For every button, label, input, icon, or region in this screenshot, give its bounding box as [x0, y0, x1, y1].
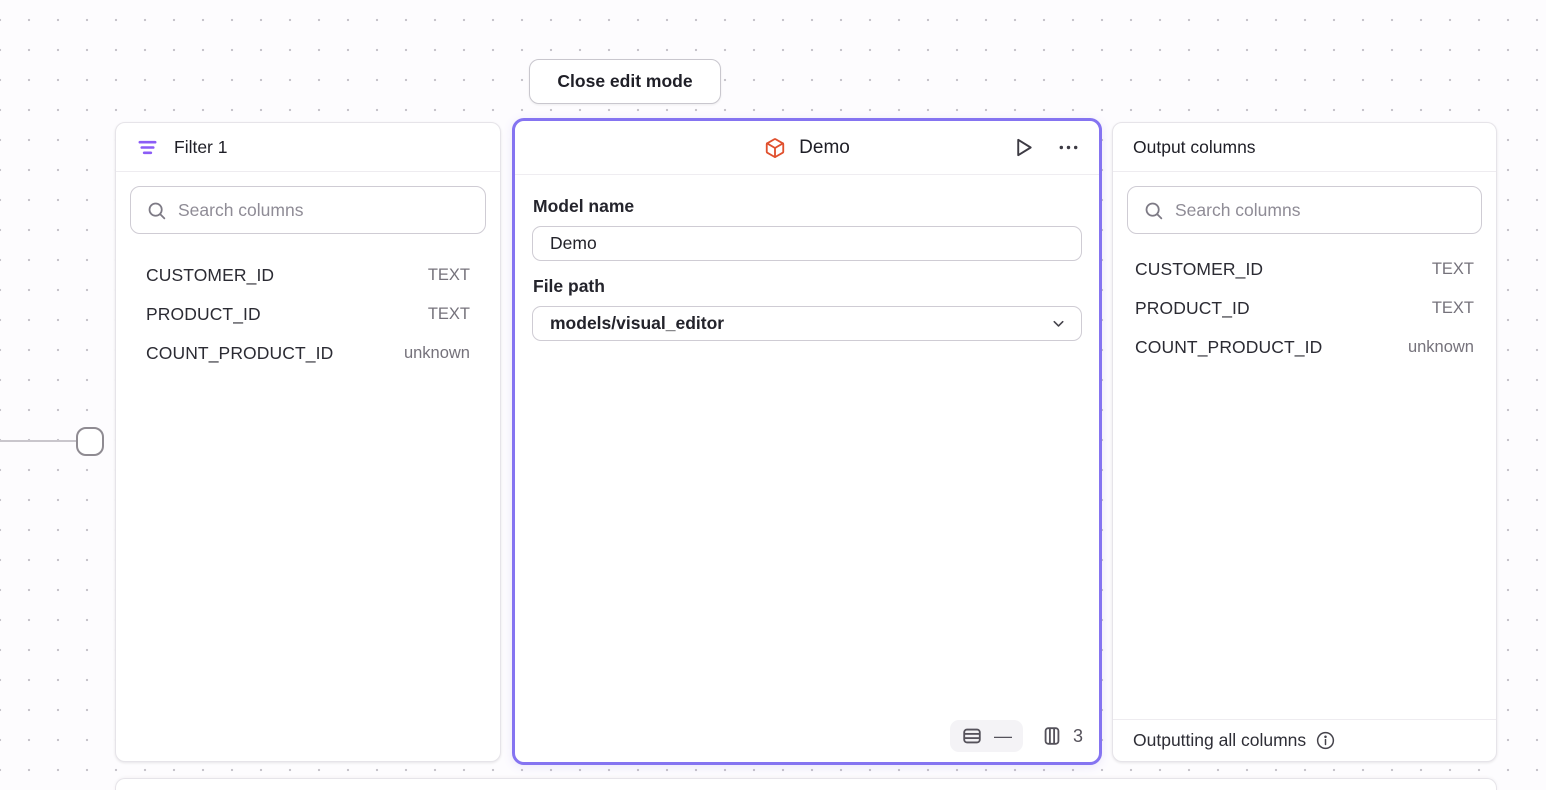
file-path-value: models/visual_editor — [550, 313, 724, 334]
column-count-value: 3 — [1073, 726, 1083, 747]
model-name-input[interactable] — [532, 226, 1082, 261]
column-row[interactable]: PRODUCT_ID TEXT — [1113, 289, 1496, 328]
column-type: unknown — [1408, 338, 1474, 357]
output-search-input[interactable] — [1175, 200, 1466, 221]
column-name: COUNT_PRODUCT_ID — [146, 343, 333, 364]
cube-icon — [764, 137, 786, 159]
edge-connector-line — [0, 440, 78, 442]
table-columns-icon — [1041, 725, 1063, 747]
column-type: TEXT — [1432, 299, 1474, 318]
bottom-node-panel[interactable] — [115, 778, 1497, 790]
search-icon — [146, 200, 167, 221]
column-name: COUNT_PRODUCT_ID — [1135, 337, 1322, 358]
search-icon — [1143, 200, 1164, 221]
filter-search-box[interactable] — [130, 186, 486, 234]
column-row[interactable]: PRODUCT_ID TEXT — [116, 295, 500, 334]
filter-column-list: CUSTOMER_ID TEXT PRODUCT_ID TEXT COUNT_P… — [116, 256, 500, 373]
output-columns-panel: Output columns CUSTOMER_ID TEXT PRODUCT_… — [1112, 122, 1497, 762]
column-name: PRODUCT_ID — [146, 304, 261, 325]
output-panel-header: Output columns — [1113, 123, 1496, 172]
row-count-stat[interactable]: — — [950, 720, 1023, 752]
filter-node-panel: Filter 1 CUSTOMER_ID TEXT PRODUCT_ID TEX… — [115, 122, 501, 762]
column-type: TEXT — [428, 266, 470, 285]
output-footer: Outputting all columns — [1113, 719, 1496, 761]
filter-search-input[interactable] — [178, 200, 470, 221]
output-column-list: CUSTOMER_ID TEXT PRODUCT_ID TEXT COUNT_P… — [1113, 250, 1496, 367]
file-path-select[interactable]: models/visual_editor — [532, 306, 1082, 341]
table-rows-icon — [961, 725, 983, 747]
filter-panel-header: Filter 1 — [116, 123, 500, 172]
column-name: CUSTOMER_ID — [1135, 259, 1263, 280]
column-count-stat[interactable]: 3 — [1041, 725, 1083, 747]
column-type: unknown — [404, 344, 470, 363]
column-row[interactable]: COUNT_PRODUCT_ID unknown — [1113, 328, 1496, 367]
column-type: TEXT — [1432, 260, 1474, 279]
edge-connector-handle[interactable] — [76, 427, 104, 456]
run-model-button[interactable] — [1009, 133, 1038, 162]
file-path-label: File path — [533, 276, 1082, 297]
output-panel-title: Output columns — [1133, 137, 1256, 158]
column-row[interactable]: COUNT_PRODUCT_ID unknown — [116, 334, 500, 373]
play-icon — [1012, 136, 1035, 159]
info-icon[interactable] — [1315, 730, 1336, 751]
row-count-value: — — [994, 726, 1012, 747]
flow-canvas[interactable]: Close edit mode Filter 1 — [0, 0, 1546, 790]
column-type: TEXT — [428, 305, 470, 324]
column-name: PRODUCT_ID — [1135, 298, 1250, 319]
filter-panel-title: Filter 1 — [174, 137, 227, 158]
column-row[interactable]: CUSTOMER_ID TEXT — [1113, 250, 1496, 289]
output-search-box[interactable] — [1127, 186, 1482, 234]
ellipsis-icon — [1057, 136, 1080, 159]
chevron-down-icon — [1050, 315, 1067, 332]
model-panel-header: Demo — [515, 121, 1099, 175]
filter-lines-icon — [136, 136, 159, 159]
close-edit-mode-button[interactable]: Close edit mode — [529, 59, 721, 104]
output-footer-text: Outputting all columns — [1133, 730, 1306, 751]
model-node-panel: Demo Mod — [512, 118, 1102, 765]
column-name: CUSTOMER_ID — [146, 265, 274, 286]
model-name-label: Model name — [533, 196, 1082, 217]
column-row[interactable]: CUSTOMER_ID TEXT — [116, 256, 500, 295]
model-panel-title: Demo — [799, 137, 850, 159]
more-options-button[interactable] — [1054, 133, 1083, 162]
